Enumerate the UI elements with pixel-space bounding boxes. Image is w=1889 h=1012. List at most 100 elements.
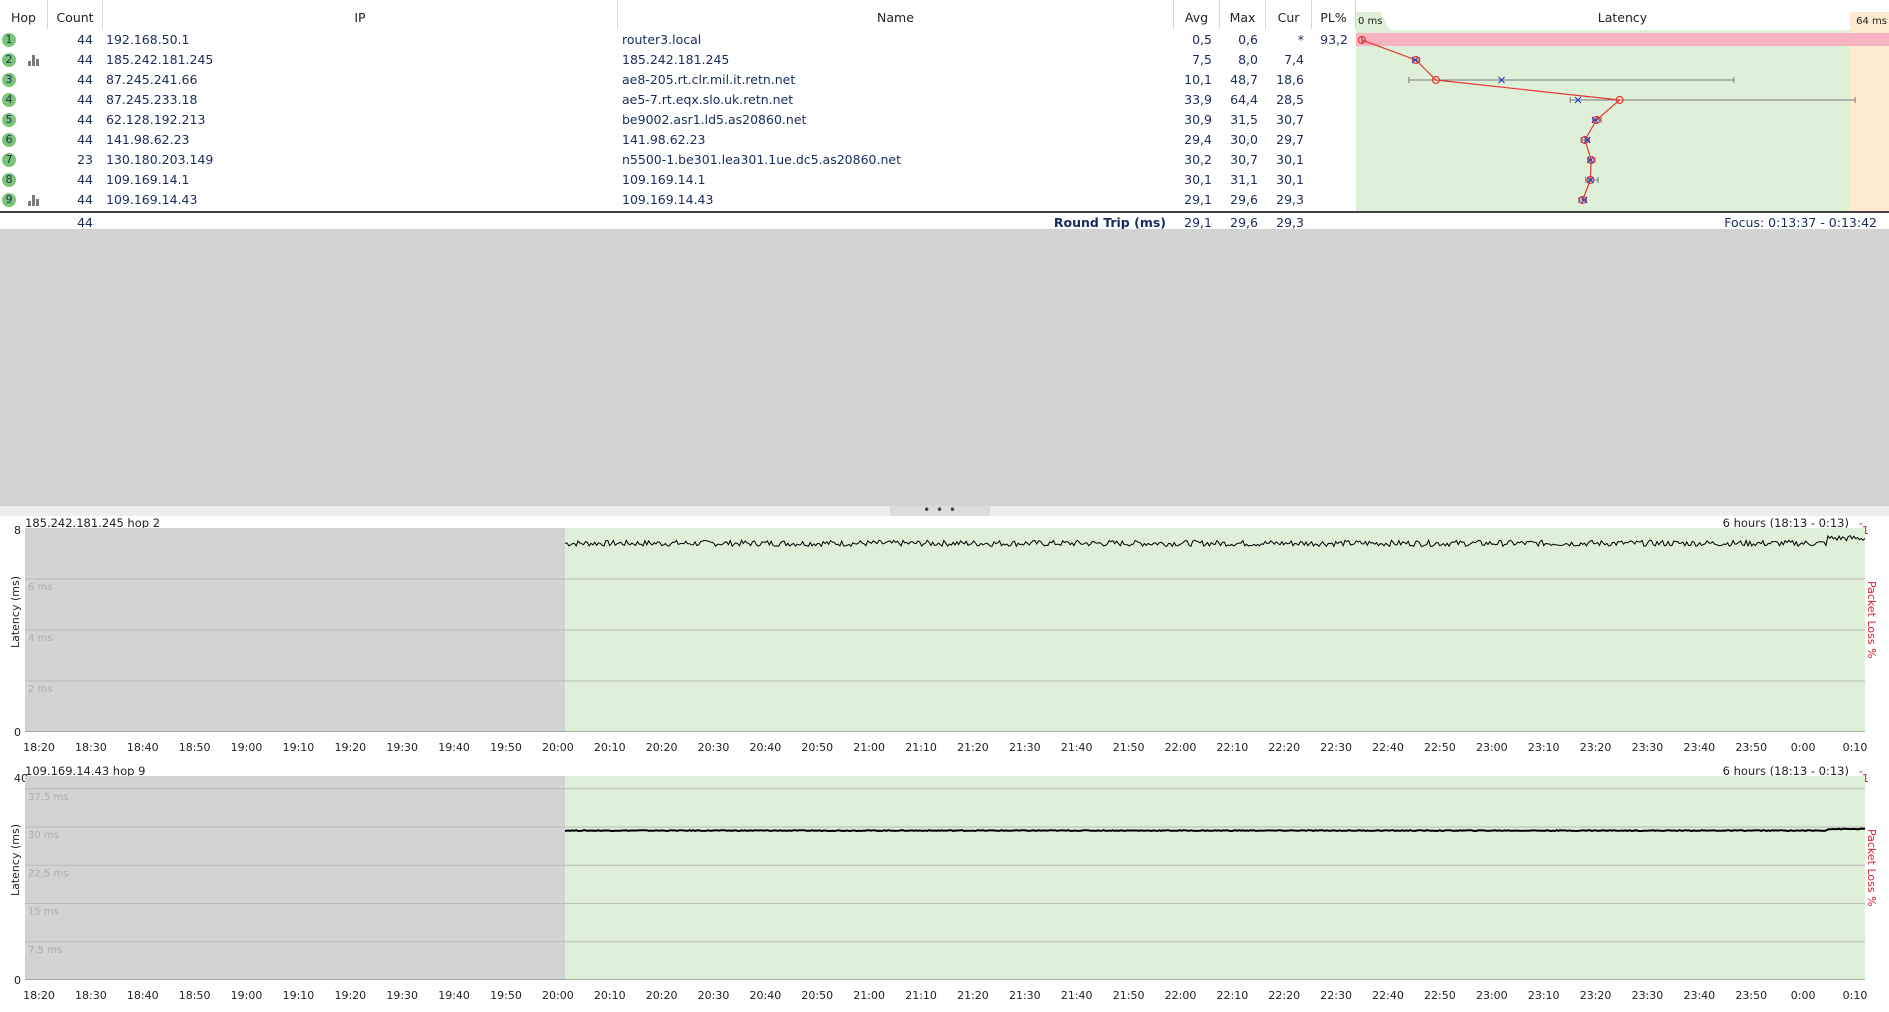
time-tick-label: 22:40 <box>1372 989 1404 1002</box>
column-header-ip[interactable]: IP <box>103 0 618 29</box>
time-tick-label: 20:20 <box>645 989 678 1002</box>
time-tick-label: 18:50 <box>178 741 211 754</box>
time-tick-label: 22:30 <box>1320 741 1352 754</box>
time-tick-label: 19:00 <box>230 741 263 754</box>
time-tick-label: 23:50 <box>1735 989 1768 1002</box>
data-region <box>565 776 1865 980</box>
hop-avg: 29,4 <box>1184 132 1212 147</box>
column-header-pl[interactable]: PL% <box>1312 0 1356 29</box>
time-tick-label: 19:40 <box>438 741 470 754</box>
time-tick-label: 23:20 <box>1579 741 1612 754</box>
latency-trace-chart: 0 ms 64 ms <box>1356 12 1889 211</box>
time-tick-label: 19:10 <box>282 741 315 754</box>
hop-count: 44 <box>77 32 93 47</box>
time-tick-label: 23:00 <box>1475 741 1508 754</box>
time-tick-label: 21:40 <box>1060 741 1093 754</box>
gridline-label: 6 ms <box>28 582 53 593</box>
latency-plot[interactable]: 37,5 ms 30 ms 22,5 ms 15 ms 7,5 ms <box>25 776 1865 980</box>
latency-plot[interactable]: 6 ms 4 ms 2 ms <box>25 528 1865 732</box>
hop-pl <box>1312 70 1348 90</box>
time-tick-label: 18:30 <box>75 741 107 754</box>
hop-cur: 30,1 <box>1276 172 1304 187</box>
y-axis-min: 0 <box>14 974 21 987</box>
column-header-name[interactable]: Name <box>618 0 1174 29</box>
hop-row[interactable]: 1 44 192.168.50.1 router3.local 0,5 0,6 * 93,2 <box>0 30 1356 50</box>
time-tick-label: 18:40 <box>126 989 159 1002</box>
time-tick-label: 19:00 <box>230 989 263 1002</box>
time-tick-label: 21:50 <box>1112 741 1145 754</box>
time-tick-label: 19:30 <box>386 989 419 1002</box>
time-tick-label: 21:20 <box>957 989 989 1002</box>
hop-row[interactable]: 3 44 87.245.241.66 ae8-205.rt.clr.mil.it.re… <box>0 70 1356 90</box>
column-header-cur[interactable]: Cur <box>1266 0 1312 29</box>
time-tick-label: 23:00 <box>1475 989 1508 1002</box>
hop-number: 8 <box>2 173 16 187</box>
hop-ip: 62.128.192.213 <box>106 112 206 127</box>
hop-row[interactable]: 4 44 87.245.233.18 ae5-7.rt.eqx.slo.uk.retn… <box>0 90 1356 110</box>
hop-pl <box>1312 50 1348 70</box>
latency-ok-zone <box>1356 30 1850 211</box>
hop-cur: 18,6 <box>1276 72 1304 87</box>
hop-name: router3.local <box>622 32 702 47</box>
hop-max: 64,4 <box>1230 92 1258 107</box>
bar-chart-icon[interactable] <box>28 195 42 206</box>
panel-splitter[interactable]: • • • <box>0 504 1889 516</box>
hop-ip: 192.168.50.1 <box>106 32 190 47</box>
hop-avg: 30,2 <box>1184 152 1212 167</box>
hop-latency-graph[interactable]: 185.242.181.245 hop 2 6 hours (18:13 - 0… <box>0 516 1889 764</box>
hop-row[interactable]: 9 44 109.169.14.43 109.169.14.43 29,1 29,6 29,… <box>0 190 1356 210</box>
hop-count: 44 <box>77 172 93 187</box>
hop-pl <box>1312 150 1348 170</box>
time-tick-label: 20:30 <box>697 989 730 1002</box>
hop-row[interactable]: 2 44 185.242.181.245 185.242.181.245 7,5 8,0 7… <box>0 50 1356 70</box>
hop-avg: 30,1 <box>1184 172 1212 187</box>
hop-row[interactable]: 6 44 141.98.62.23 141.98.62.23 29,4 30,0 29,7 <box>0 130 1356 150</box>
no-data-region <box>25 776 566 980</box>
time-tick-label: 20:00 <box>541 989 574 1002</box>
gridline-label: 30 ms <box>28 830 59 841</box>
column-header-count[interactable]: Count <box>48 0 103 29</box>
hop-row[interactable]: 8 44 109.169.14.1 109.169.14.1 30,1 31,1 30,1 <box>0 170 1356 190</box>
hop-count: 44 <box>77 192 93 207</box>
time-tick-label: 19:20 <box>334 989 367 1002</box>
hop-count: 44 <box>77 132 93 147</box>
gridline-label: 22,5 ms <box>28 868 68 879</box>
hop-row[interactable]: 5 44 62.128.192.213 be9002.asr1.ld5.as20860… <box>0 110 1356 130</box>
time-tick-label: 21:20 <box>957 741 989 754</box>
hop-avg: 0,5 <box>1192 32 1212 47</box>
time-tick-label: 20:00 <box>541 741 574 754</box>
hop-number: 6 <box>2 133 16 147</box>
hop-count: 23 <box>77 152 93 167</box>
bar-chart-icon[interactable] <box>28 55 42 66</box>
time-tick-label: 18:20 <box>23 741 55 754</box>
hop-row[interactable]: 7 23 130.180.203.149 n5500-1.be301.lea301.1… <box>0 150 1356 170</box>
time-tick-label: 20:10 <box>593 989 626 1002</box>
hop-cur: 7,4 <box>1284 52 1304 67</box>
time-tick-label: 22:20 <box>1268 989 1301 1002</box>
column-header-hop[interactable]: Hop <box>0 0 48 29</box>
hop-cur: 28,5 <box>1276 92 1304 107</box>
time-tick-label: 22:10 <box>1216 989 1249 1002</box>
latency-scale-max: 64 ms <box>1856 16 1887 27</box>
time-tick-label: 20:30 <box>697 741 730 754</box>
column-header-avg[interactable]: Avg <box>1174 0 1220 29</box>
hop-cur: 29,3 <box>1276 192 1304 207</box>
hop-avg: 10,1 <box>1184 72 1212 87</box>
hop-number: 1 <box>2 33 16 47</box>
time-tick-label: 0:00 <box>1790 741 1816 754</box>
hop-pl <box>1312 170 1348 190</box>
hop-max: 31,5 <box>1230 112 1258 127</box>
hop-latency-graph[interactable]: 109.169.14.43 hop 9 6 hours (18:13 - 0:1… <box>0 764 1889 1012</box>
time-tick-label: 21:30 <box>1008 741 1041 754</box>
time-axis: 18:20 18:30 18:40 18:50 19:00 19:10 19:20 19:30… <box>23 741 1867 757</box>
time-tick-label: 21:00 <box>853 741 886 754</box>
hop-max: 8,0 <box>1238 52 1258 67</box>
hop-name: ae8-205.rt.clr.mil.it.retn.net <box>622 72 796 87</box>
gridline-label: 37,5 ms <box>28 792 68 803</box>
hop-name: 109.169.14.43 <box>622 192 714 207</box>
column-header-max[interactable]: Max <box>1220 0 1266 29</box>
time-tick-label: 22:10 <box>1216 741 1249 754</box>
time-tick-label: 23:10 <box>1527 989 1560 1002</box>
gridline-label: 4 ms <box>28 633 53 644</box>
splitter-grip-icon[interactable]: • • • <box>890 504 990 516</box>
